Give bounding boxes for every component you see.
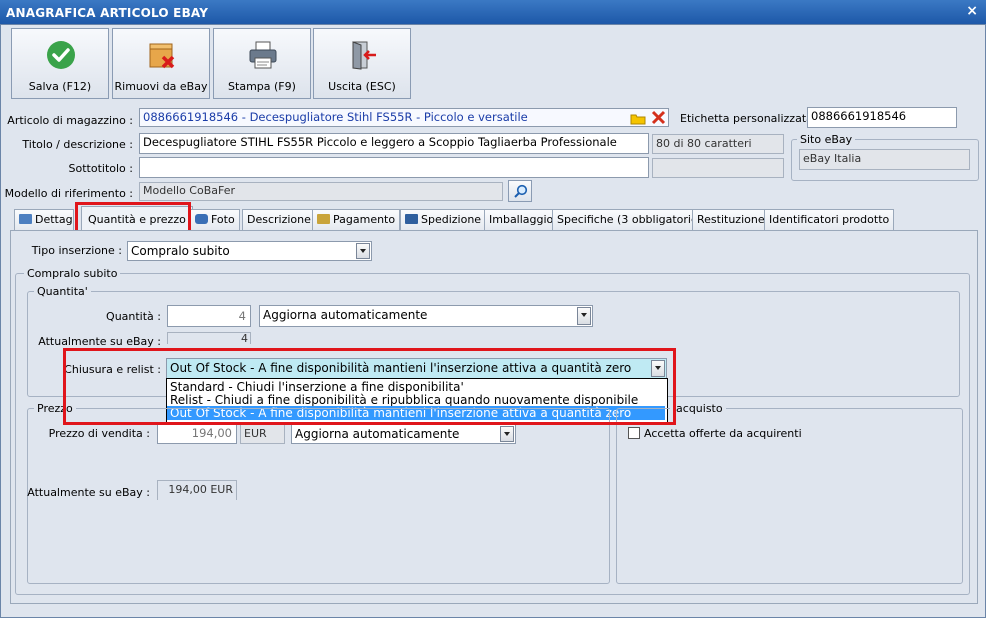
sottotitolo-field[interactable]	[139, 157, 649, 178]
offerte-label: Accetta offerte da acquirenti	[644, 427, 802, 440]
sottotitolo-label: Sottotitolo :	[68, 162, 133, 175]
prezzo-currency-text: EUR	[244, 427, 267, 440]
prezzo-currency: EUR	[240, 424, 285, 444]
printer-icon	[249, 41, 277, 69]
tab-label: Foto	[211, 213, 235, 226]
articolo-field[interactable]: 0886661918546 - Decespugliatore Stihl FS…	[139, 108, 669, 127]
remove-label: Rimuovi da eBay	[114, 80, 208, 93]
chevron-down-icon	[500, 426, 514, 442]
print-label: Stampa (F9)	[228, 80, 296, 93]
sottotitolo-counter	[652, 158, 784, 178]
box-remove-icon	[149, 43, 175, 69]
title-bar: ANAGRAFICA ARTICOLO EBAY ×	[0, 0, 986, 24]
camera-icon	[195, 214, 208, 224]
quantita-title: Quantita'	[34, 285, 91, 298]
chiusura-highlight	[63, 348, 676, 425]
titolo-field[interactable]: Decespugliatore STIHL FS55R Piccolo e le…	[139, 133, 649, 154]
char-counter-text: 80 di 80 caratteri	[656, 137, 752, 150]
attualmente-value: 4	[241, 332, 248, 345]
tab-descrizione[interactable]: Descrizione	[242, 209, 316, 231]
tipo-value: Compralo subito	[131, 244, 230, 258]
save-button[interactable]: Salva (F12)	[11, 28, 109, 99]
acquisto-title: 'acquisto	[670, 402, 726, 415]
sito-ebay-text: eBay Italia	[803, 152, 862, 165]
etichetta-label: Etichetta personalizzata :	[680, 112, 821, 125]
tab-label: Descrizione	[247, 213, 311, 226]
chevron-down-icon	[356, 243, 370, 259]
modello-field: Modello CoBaFer	[139, 182, 503, 201]
save-label: Salva (F12)	[28, 80, 92, 93]
offerte-checkbox[interactable]	[628, 427, 640, 439]
tab-dettagli[interactable]: Dettagli	[14, 209, 74, 231]
tab-spedizione[interactable]: Spedizione	[400, 209, 487, 231]
tab-pagamento[interactable]: Pagamento	[312, 209, 401, 231]
check-circle-icon	[47, 41, 75, 69]
attualmente-prezzo-box: 194,00 EUR	[157, 480, 237, 500]
money-icon	[317, 214, 330, 224]
titolo-label: Titolo / descrizione :	[22, 138, 133, 151]
tab-identificatori[interactable]: Identificatori prodotto	[764, 209, 895, 231]
quantita-input[interactable]: 4	[167, 305, 251, 327]
tab-label: Restituzione	[697, 213, 765, 226]
tab-label: Imballaggio	[489, 213, 554, 226]
quantita-label: Quantità :	[106, 310, 161, 323]
attualmente-value-box: 4	[167, 332, 251, 345]
sito-ebay-title: Sito eBay	[797, 133, 856, 146]
truck-icon	[405, 214, 418, 224]
prezzo-label: Prezzo di vendita :	[48, 427, 150, 440]
table-icon	[19, 214, 32, 224]
tab-specifiche[interactable]: Specifiche (3 obbligatorie)	[552, 209, 708, 231]
exit-button[interactable]: Uscita (ESC)	[313, 28, 411, 99]
attualmente-prezzo-value: 194,00 EUR	[168, 483, 233, 496]
tipo-select[interactable]: Compralo subito	[127, 241, 372, 261]
attualmente-label: Attualmente su eBay :	[38, 335, 161, 348]
tab-label: Identificatori prodotto	[769, 213, 890, 226]
clear-red-x-icon[interactable]	[651, 110, 666, 125]
attualmente-prezzo-label: Attualmente su eBay :	[27, 486, 150, 499]
prezzo-input[interactable]: 194,00	[157, 424, 237, 444]
folder-icon[interactable]	[630, 111, 646, 125]
tab-restituzione[interactable]: Restituzione	[692, 209, 770, 231]
prezzo-mode-select[interactable]: Aggiorna automaticamente	[291, 424, 516, 444]
tab-imballaggio[interactable]: Imballaggio	[484, 209, 559, 231]
chevron-down-icon	[577, 307, 591, 325]
quantita-mode-value: Aggiorna automaticamente	[263, 308, 428, 322]
prezzo-value: 194,00	[191, 426, 232, 440]
tab-label: Spedizione	[421, 213, 482, 226]
articolo-value: 0886661918546 - Decespugliatore Stihl FS…	[143, 110, 528, 124]
exit-door-icon	[352, 41, 376, 70]
quantita-mode-select[interactable]: Aggiorna automaticamente	[259, 305, 593, 327]
exit-label: Uscita (ESC)	[328, 80, 396, 93]
quantita-value: 4	[238, 309, 246, 323]
window-title: ANAGRAFICA ARTICOLO EBAY	[6, 6, 209, 20]
char-counter: 80 di 80 caratteri	[652, 134, 784, 154]
tab-label: Pagamento	[333, 213, 396, 226]
tab-label: Dettagli	[35, 213, 73, 226]
tipo-label: Tipo inserzione :	[31, 244, 122, 257]
modello-label: Modello di riferimento :	[4, 187, 133, 200]
articolo-label: Articolo di magazzino :	[7, 114, 133, 127]
tab-label: Specifiche (3 obbligatorie)	[557, 213, 703, 226]
modello-search-button[interactable]	[508, 180, 532, 202]
close-icon[interactable]: ×	[966, 3, 978, 19]
titolo-value: Decespugliatore STIHL FS55R Piccolo e le…	[143, 135, 617, 149]
sito-ebay-value: eBay Italia	[799, 149, 970, 170]
tab-foto[interactable]: Foto	[190, 209, 240, 231]
etichetta-field[interactable]: 0886661918546	[807, 107, 957, 128]
remove-from-ebay-button[interactable]: Rimuovi da eBay	[112, 28, 210, 99]
etichetta-value: 0886661918546	[811, 109, 907, 123]
modello-value: Modello CoBaFer	[143, 184, 236, 197]
search-icon	[514, 184, 528, 198]
prezzo-mode-value: Aggiorna automaticamente	[295, 427, 460, 441]
print-button[interactable]: Stampa (F9)	[213, 28, 311, 99]
compralo-title: Compralo subito	[24, 267, 121, 280]
